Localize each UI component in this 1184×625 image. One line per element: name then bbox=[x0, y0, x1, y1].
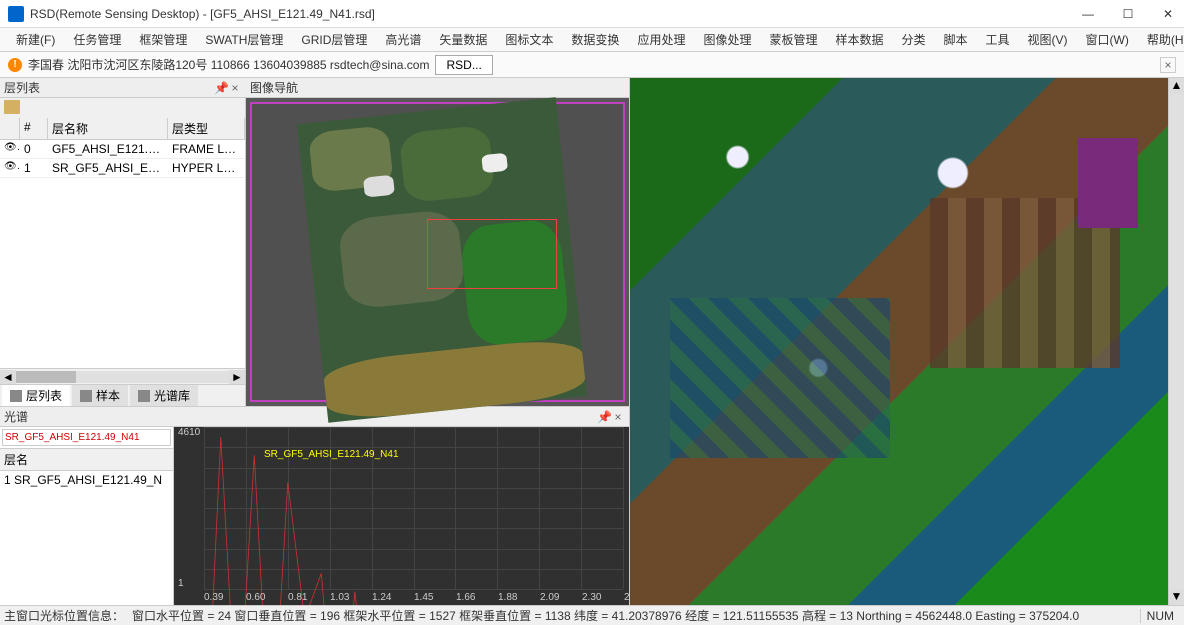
x-tick: 1.45 bbox=[414, 592, 433, 603]
menu-window[interactable]: 窗口(W) bbox=[1080, 29, 1135, 50]
layerlist-icon bbox=[10, 390, 22, 402]
minimize-button[interactable]: ― bbox=[1080, 7, 1096, 21]
status-num: NUM bbox=[1140, 609, 1180, 623]
col-vis[interactable] bbox=[0, 118, 20, 139]
main-area: 层列表 📌 × 图像导航 # 层名 bbox=[0, 78, 1184, 605]
x-tick: 2.09 bbox=[540, 592, 559, 603]
status-item: 高程 = 13 bbox=[802, 609, 856, 623]
close-button[interactable]: ✕ bbox=[1160, 7, 1176, 21]
x-tick: 0.39 bbox=[204, 592, 223, 603]
v-scrollbar[interactable]: ▲▼ bbox=[1168, 78, 1184, 605]
menu-view[interactable]: 视图(V) bbox=[1022, 29, 1074, 50]
menu-hyper[interactable]: 高光谱 bbox=[379, 29, 427, 50]
tab-sample[interactable]: 样本 bbox=[72, 385, 128, 406]
x-tick: 1.24 bbox=[372, 592, 391, 603]
spectrum-list: SR_GF5_AHSI_E121.49_N41 层名 1 SR_GF5_AHSI… bbox=[0, 427, 174, 605]
menu-script[interactable]: 脚本 bbox=[938, 29, 974, 50]
menu-icontext[interactable]: 图标文本 bbox=[499, 29, 559, 50]
status-label: 主窗口光标位置信息： bbox=[4, 607, 124, 624]
menu-frame[interactable]: 框架管理 bbox=[133, 29, 193, 50]
status-bar: 主窗口光标位置信息： 窗口水平位置 = 24 窗口垂直位置 = 196 框架水平… bbox=[0, 605, 1184, 625]
menu-bar: 新建(F) 任务管理 框架管理 SWATH层管理 GRID层管理 高光谱 矢量数… bbox=[0, 28, 1184, 52]
status-item: 框架水平位置 = 1527 bbox=[343, 609, 459, 623]
menu-vector[interactable]: 矢量数据 bbox=[433, 29, 493, 50]
tab-spectral-lib[interactable]: 光谱库 bbox=[130, 385, 198, 406]
status-item: Northing = 4562448.0 bbox=[856, 609, 975, 623]
folder-icon[interactable] bbox=[4, 100, 20, 114]
x-tick: 0.81 bbox=[288, 592, 307, 603]
layer-panel-title: 层列表 bbox=[4, 79, 214, 96]
menu-new[interactable]: 新建(F) bbox=[10, 29, 61, 50]
layer-toolbar bbox=[0, 98, 245, 118]
window-title: RSD(Remote Sensing Desktop) - [GF5_AHSI_… bbox=[30, 7, 1080, 21]
x-tick: 1.88 bbox=[498, 592, 517, 603]
nav-extent-box[interactable] bbox=[427, 219, 557, 289]
spectrum-panel-title: 光谱 bbox=[4, 408, 597, 425]
title-bar: RSD(Remote Sensing Desktop) - [GF5_AHSI_… bbox=[0, 0, 1184, 28]
y-tick: 1 bbox=[178, 578, 184, 589]
maximize-button[interactable]: ☐ bbox=[1120, 7, 1136, 21]
menu-transform[interactable]: 数据变换 bbox=[565, 29, 625, 50]
layer-tabs: 层列表 样本 光谱库 bbox=[0, 384, 245, 406]
x-tick: 0.60 bbox=[246, 592, 265, 603]
table-row[interactable]: 👁 1 SR_GF5_AHSI_E121.4... HYPER LAYER bbox=[0, 159, 245, 178]
nav-panel-title: 图像导航 bbox=[250, 79, 625, 96]
warn-icon: ! bbox=[8, 58, 22, 72]
status-item: 经度 = 121.51155535 bbox=[685, 609, 802, 623]
h-scrollbar[interactable]: ◄► bbox=[0, 368, 245, 384]
spectral-lib-icon bbox=[138, 390, 150, 402]
app-icon bbox=[8, 6, 24, 22]
menu-task[interactable]: 任务管理 bbox=[67, 29, 127, 50]
status-item: Easting = 375204.0 bbox=[975, 609, 1079, 623]
menu-mask[interactable]: 蒙板管理 bbox=[763, 29, 823, 50]
visibility-icon[interactable]: 👁 bbox=[0, 140, 20, 158]
visibility-icon[interactable]: 👁 bbox=[0, 159, 20, 177]
status-item: 框架垂直位置 = 1138 bbox=[459, 609, 574, 623]
col-type[interactable]: 层类型 bbox=[168, 118, 245, 139]
tab-layerlist[interactable]: 层列表 bbox=[2, 385, 70, 406]
sample-icon bbox=[80, 390, 92, 402]
main-image-view[interactable] bbox=[630, 78, 1168, 605]
menu-imageproc[interactable]: 图像处理 bbox=[697, 29, 757, 50]
menu-tool[interactable]: 工具 bbox=[980, 29, 1016, 50]
y-tick: 4610 bbox=[178, 427, 200, 438]
pin-icon[interactable]: 📌 bbox=[597, 410, 611, 424]
table-row[interactable]: 👁 0 GF5_AHSI_E121.49_... FRAME LAY... bbox=[0, 140, 245, 159]
status-item: 窗口垂直位置 = 196 bbox=[234, 609, 343, 623]
pin-icon[interactable]: 📌 bbox=[214, 81, 228, 95]
menu-apply[interactable]: 应用处理 bbox=[631, 29, 691, 50]
nav-view[interactable] bbox=[246, 98, 629, 406]
status-item: 窗口水平位置 = 24 bbox=[132, 609, 234, 623]
info-text: 李国春 沈阳市沈河区东陵路120号 110866 13604039885 rsd… bbox=[28, 56, 429, 73]
spectrum-list-row[interactable]: 1 SR_GF5_AHSI_E121.49_N bbox=[0, 471, 173, 489]
menu-help[interactable]: 帮助(H) bbox=[1141, 29, 1184, 50]
menu-swath[interactable]: SWATH层管理 bbox=[199, 29, 289, 50]
menu-classify[interactable]: 分类 bbox=[896, 29, 932, 50]
panel-close-icon[interactable]: × bbox=[228, 81, 242, 95]
status-item: 纬度 = 41.20378976 bbox=[574, 609, 685, 623]
info-bar: ! 李国春 沈阳市沈河区东陵路120号 110866 13604039885 r… bbox=[0, 52, 1184, 78]
layer-table[interactable]: # 层名称 层类型 👁 0 GF5_AHSI_E121.49_... FRAME… bbox=[0, 118, 245, 368]
col-num[interactable]: # bbox=[20, 118, 48, 139]
panel-close-icon[interactable]: × bbox=[611, 410, 625, 424]
menu-grid[interactable]: GRID层管理 bbox=[295, 29, 373, 50]
spectrum-chart[interactable]: SR_GF5_AHSI_E121.49_N41 4610 1 0.39 0.60 0… bbox=[174, 427, 629, 605]
rsd-button[interactable]: RSD... bbox=[435, 55, 492, 75]
x-tick: 1.66 bbox=[456, 592, 475, 603]
x-tick: 1.03 bbox=[330, 592, 349, 603]
x-tick: 2. bbox=[624, 592, 629, 603]
menu-sample[interactable]: 样本数据 bbox=[829, 29, 889, 50]
infobar-close-button[interactable]: × bbox=[1160, 57, 1176, 73]
spectrum-badge[interactable]: SR_GF5_AHSI_E121.49_N41 bbox=[2, 429, 171, 446]
chart-series-label: SR_GF5_AHSI_E121.49_N41 bbox=[264, 449, 399, 460]
spectrum-list-header: 层名 bbox=[0, 448, 173, 471]
x-tick: 2.30 bbox=[582, 592, 601, 603]
col-name[interactable]: 层名称 bbox=[48, 118, 168, 139]
